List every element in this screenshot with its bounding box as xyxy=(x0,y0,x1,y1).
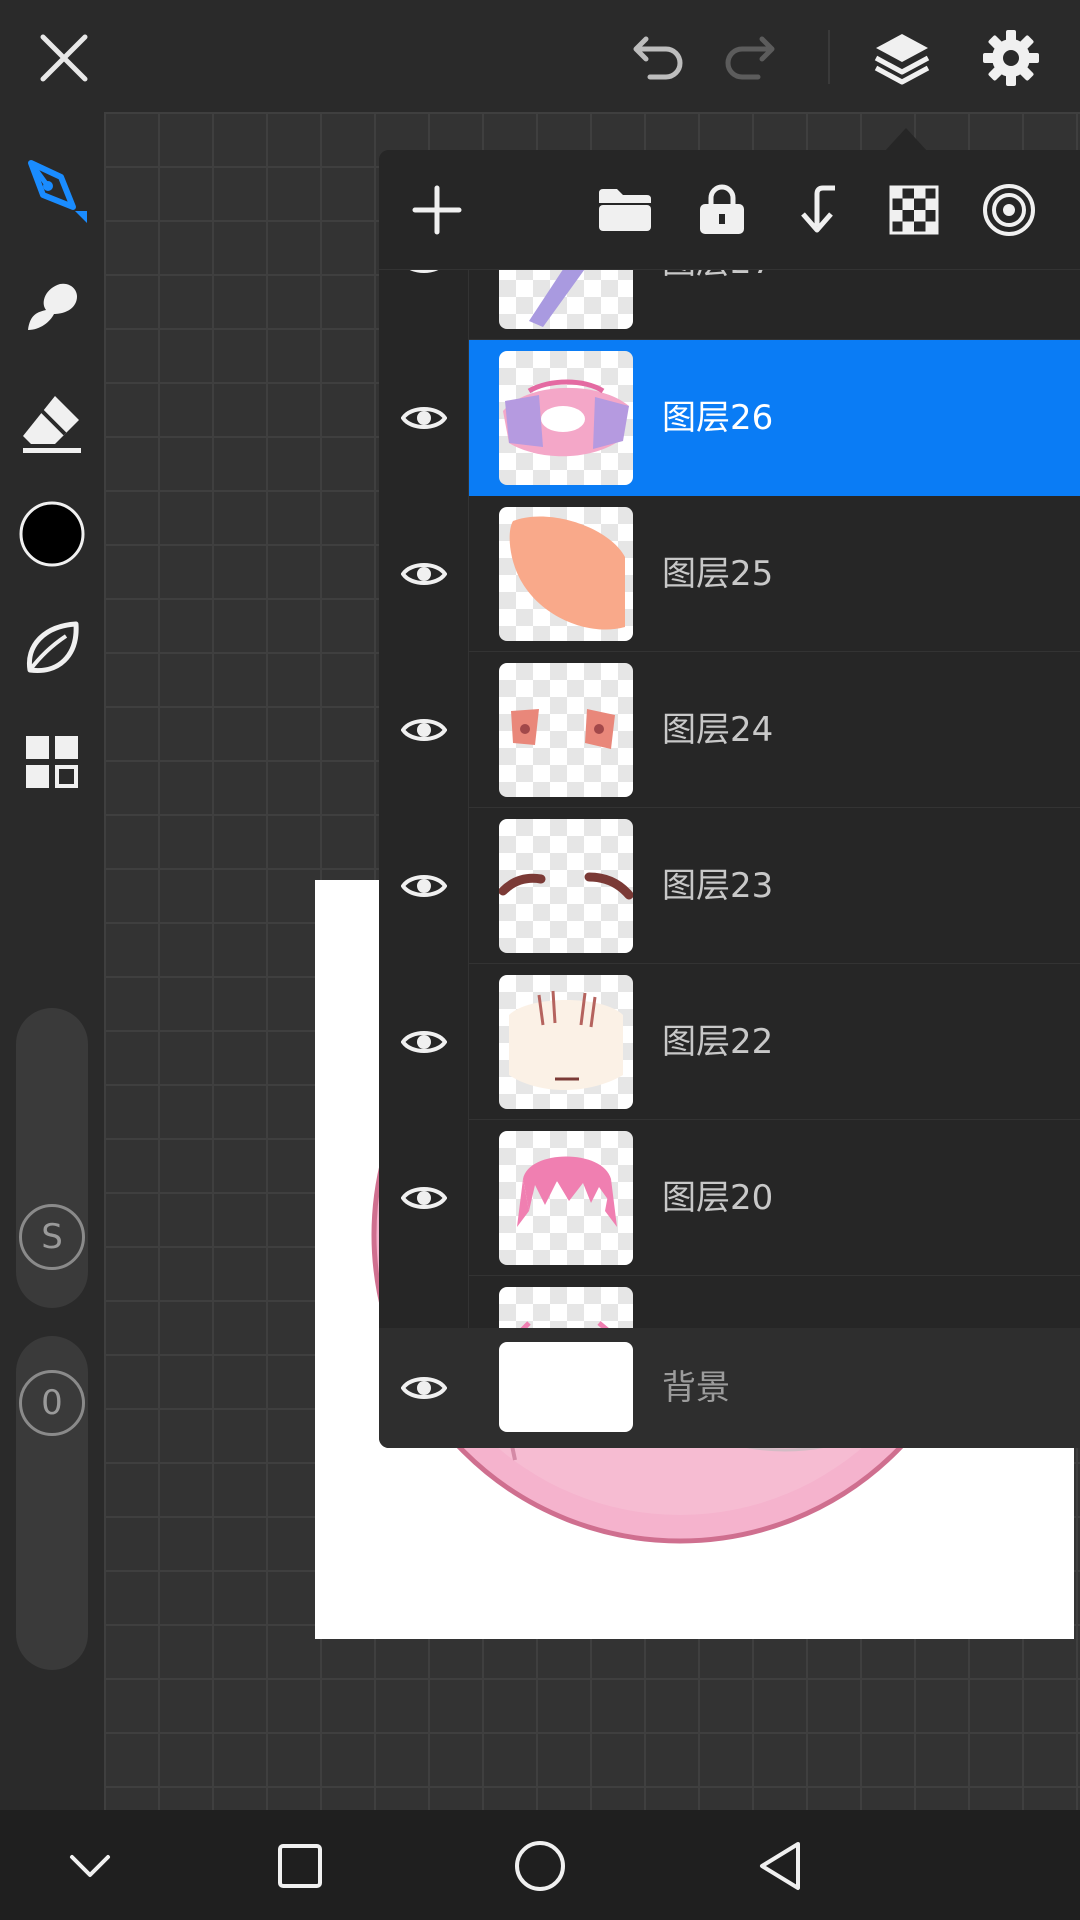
layer-name: 图层25 xyxy=(662,554,774,594)
transparency-icon xyxy=(889,185,939,235)
back-chevron-icon xyxy=(70,1855,110,1877)
layer-thumbnail xyxy=(499,975,633,1109)
merge-down-icon xyxy=(801,185,835,233)
add-icon xyxy=(412,185,462,235)
layer-visibility-toggle[interactable] xyxy=(379,652,469,808)
nav-collapse-button[interactable] xyxy=(54,1830,126,1902)
layer-name: 图层26 xyxy=(662,398,774,438)
layer-list[interactable]: 图层27 xyxy=(379,184,1080,1448)
background-layer-name: 背景 xyxy=(662,1368,730,1408)
eye-icon xyxy=(400,1031,447,1053)
layer-row[interactable]: 图层23 xyxy=(379,808,1080,964)
layer-content[interactable]: 图层22 xyxy=(469,964,1080,1120)
layer-row[interactable]: 图层22 xyxy=(379,964,1080,1120)
grid-icon xyxy=(26,736,78,788)
layer-visibility-toggle[interactable] xyxy=(379,964,469,1120)
toolbar-separator xyxy=(828,30,830,84)
lock-layer-button[interactable] xyxy=(690,178,754,242)
leaf-tool-button[interactable] xyxy=(14,610,90,686)
brush-size-knob[interactable]: S xyxy=(19,1204,85,1270)
home-icon xyxy=(515,1841,565,1891)
redo-icon xyxy=(725,36,775,80)
eye-icon xyxy=(400,563,447,585)
add-layer-button[interactable] xyxy=(405,178,469,242)
layers-panel-caret xyxy=(884,128,928,152)
close-icon xyxy=(40,34,88,82)
alpha-lock-button[interactable] xyxy=(882,178,946,242)
layers-icon xyxy=(874,34,930,85)
eye-icon xyxy=(400,1187,447,1209)
opacity-label: 0 xyxy=(41,1383,63,1423)
lock-icon xyxy=(700,184,744,234)
eye-icon xyxy=(400,719,447,741)
folder-icon xyxy=(599,189,651,231)
eye-icon xyxy=(400,875,447,897)
undo-icon xyxy=(633,36,683,80)
smudge-icon xyxy=(28,283,78,330)
layer-visibility-toggle[interactable] xyxy=(379,808,469,964)
pen-icon xyxy=(28,160,87,223)
reference-button[interactable] xyxy=(977,178,1041,242)
nav-recents-button[interactable] xyxy=(264,1830,336,1902)
layer-content[interactable]: 图层23 xyxy=(469,808,1080,964)
undo-button[interactable] xyxy=(620,22,692,94)
background-layer-row[interactable]: 背景 xyxy=(379,1328,1080,1448)
layer-row[interactable]: 图层25 xyxy=(379,496,1080,652)
nav-home-button[interactable] xyxy=(504,1830,576,1902)
layers-panel-toolbar xyxy=(379,150,1080,270)
layer-thumbnail xyxy=(499,819,633,953)
settings-button[interactable] xyxy=(975,22,1047,94)
color-swatch-button[interactable] xyxy=(14,496,90,572)
back-triangle-icon xyxy=(760,1842,800,1890)
layer-thumbnail xyxy=(499,507,633,641)
eye-icon xyxy=(400,407,447,429)
app-screen: S 0 图层26 图层25 图层24 图层23 图层22 图层20 背景 xyxy=(0,0,1080,1920)
layer-name: 图层22 xyxy=(662,1022,774,1062)
redo-button[interactable] xyxy=(716,22,788,94)
layer-content[interactable]: 图层20 xyxy=(469,1120,1080,1276)
layer-content[interactable]: 图层24 xyxy=(469,652,1080,808)
gallery-grid-button[interactable] xyxy=(14,724,90,800)
smudge-tool-button[interactable] xyxy=(14,268,90,344)
folder-button[interactable] xyxy=(593,178,657,242)
nav-back-button[interactable] xyxy=(744,1830,816,1902)
layers-panel: 图层27 xyxy=(379,150,1080,1448)
layer-thumbnail xyxy=(499,1131,633,1265)
layer-visibility-toggle[interactable] xyxy=(379,340,469,496)
layer-row-selected[interactable]: 图层26 xyxy=(379,340,1080,496)
opacity-knob[interactable]: 0 xyxy=(19,1370,85,1436)
layers-button[interactable] xyxy=(866,22,938,94)
brush-size-slider[interactable]: S xyxy=(16,1008,88,1308)
target-icon xyxy=(983,184,1035,236)
layer-visibility-toggle[interactable] xyxy=(379,496,469,652)
layer-name: 图层20 xyxy=(662,1178,774,1218)
recents-icon xyxy=(278,1844,322,1888)
settings-icon xyxy=(983,30,1039,86)
layer-thumbnail xyxy=(499,663,633,797)
merge-down-button[interactable] xyxy=(786,178,850,242)
layer-thumbnail xyxy=(499,351,633,485)
background-visibility-toggle[interactable] xyxy=(379,1328,469,1448)
leaf-icon xyxy=(26,621,79,674)
background-thumbnail xyxy=(499,1342,633,1432)
brush-size-label: S xyxy=(41,1217,63,1257)
top-bar xyxy=(0,0,1080,112)
opacity-slider[interactable]: 0 xyxy=(16,1336,88,1670)
layer-content[interactable]: 图层26 xyxy=(469,340,1080,496)
layer-row[interactable]: 图层24 xyxy=(379,652,1080,808)
layer-visibility-toggle[interactable] xyxy=(379,1120,469,1276)
eye-icon xyxy=(401,1377,447,1399)
close-button[interactable] xyxy=(28,22,100,94)
eraser-tool-button[interactable] xyxy=(14,384,90,460)
layer-row[interactable]: 图层20 xyxy=(379,1120,1080,1276)
eraser-icon xyxy=(23,396,81,453)
layer-content[interactable]: 图层25 xyxy=(469,496,1080,652)
system-nav-bar xyxy=(0,1810,1080,1920)
pen-tool-button[interactable] xyxy=(14,152,90,228)
layer-name: 图层23 xyxy=(662,866,774,906)
layer-name: 图层24 xyxy=(662,710,774,750)
color-swatch xyxy=(19,501,85,567)
